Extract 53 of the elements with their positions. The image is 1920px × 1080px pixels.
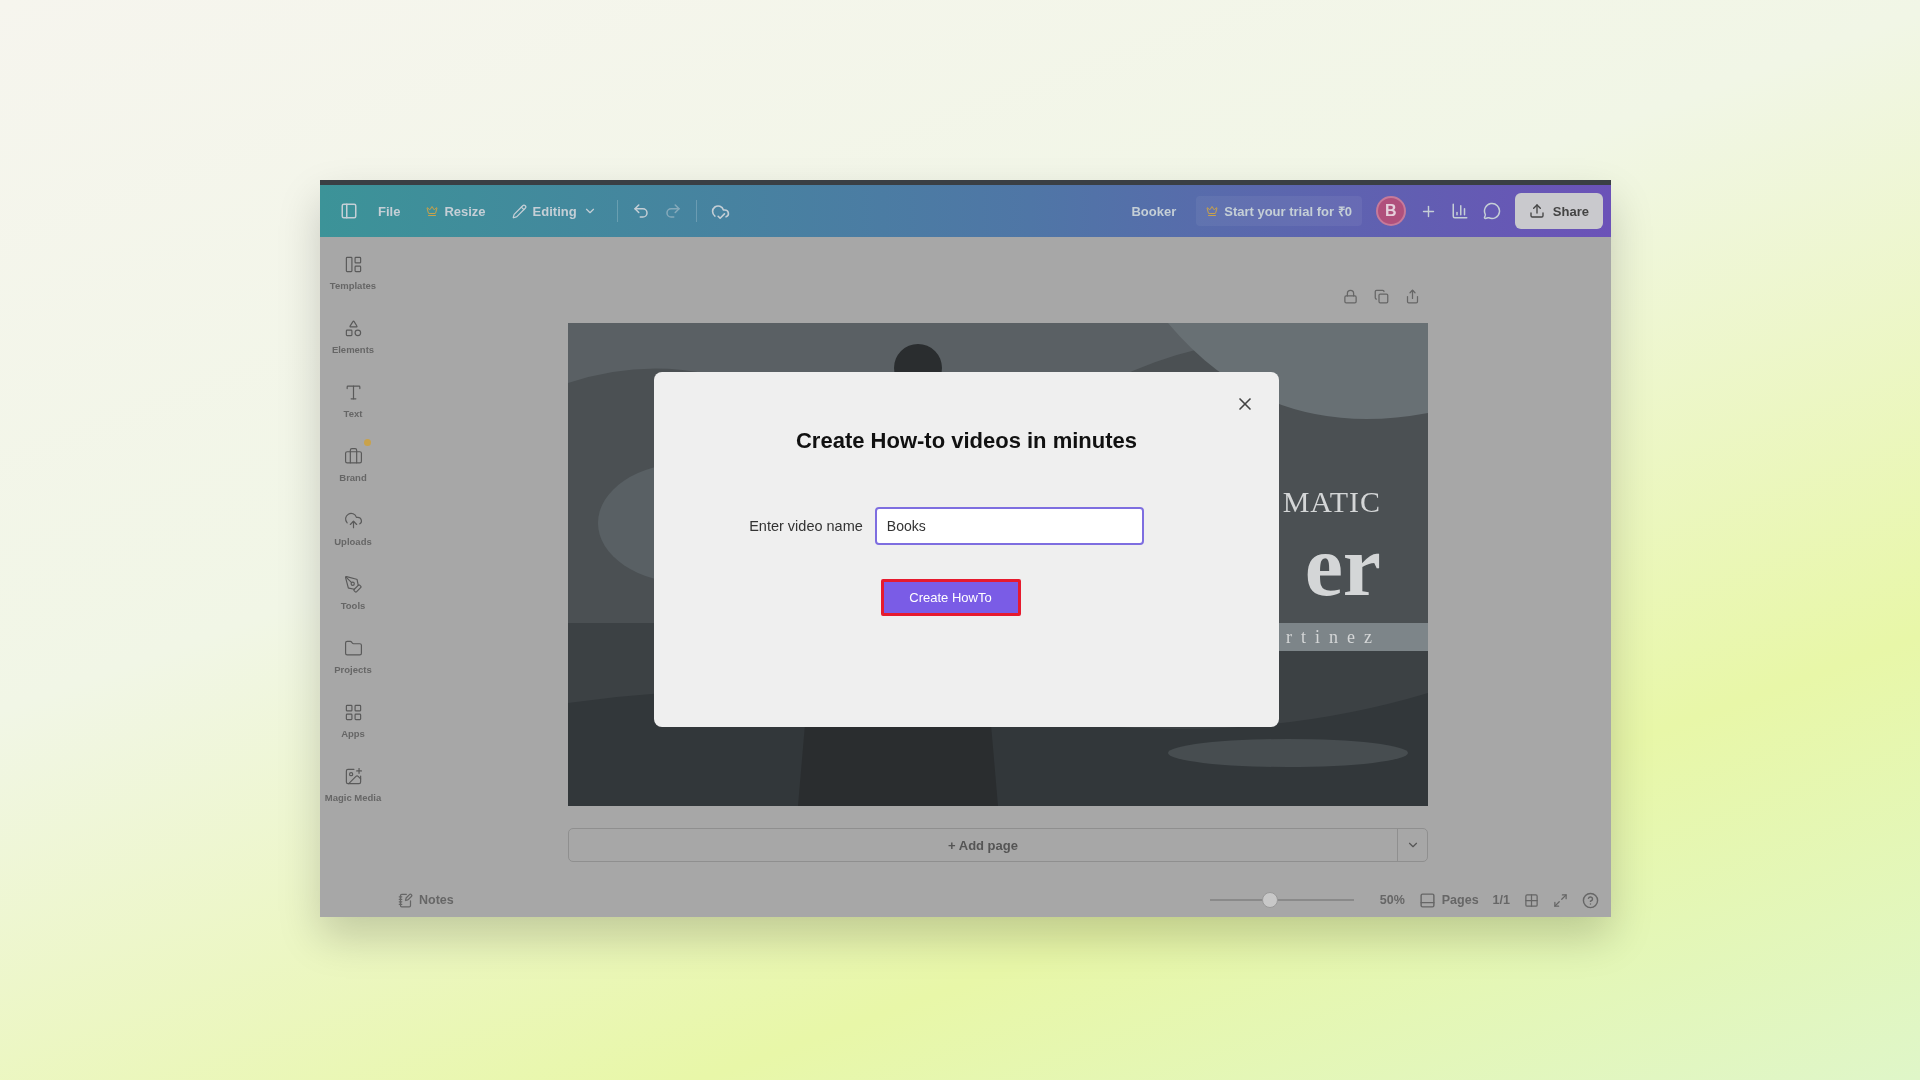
share-icon[interactable]	[1405, 288, 1420, 304]
share-button[interactable]: Share	[1514, 193, 1603, 229]
sidebar-label[interactable]: Apps	[341, 728, 365, 739]
page-count: 1/1	[1492, 893, 1510, 907]
zoom-thumb[interactable]	[1262, 892, 1279, 908]
sidebar-label[interactable]: Tools	[340, 600, 366, 611]
pages-icon	[1418, 891, 1436, 909]
sidebar-toggle-icon[interactable]	[340, 202, 358, 220]
help-icon[interactable]	[1582, 891, 1599, 909]
dialog-title: Create How-to videos in minutes	[795, 428, 1138, 454]
pages-button[interactable]: Pages	[1418, 891, 1479, 909]
editing-dropdown[interactable]: Editing	[505, 199, 603, 223]
sidebar-icon[interactable]	[343, 255, 363, 274]
undo-icon[interactable]	[631, 202, 650, 220]
sidebar-icon[interactable]	[343, 319, 363, 338]
notes-button[interactable]: Notes	[398, 892, 454, 908]
lock-icon[interactable]	[1343, 288, 1358, 304]
crown-icon	[1206, 205, 1219, 217]
resize-button[interactable]: Resize	[420, 199, 492, 223]
crown-icon	[426, 205, 439, 217]
sidebar-icon[interactable]	[343, 575, 363, 594]
sidebar-label[interactable]: Text	[343, 408, 363, 419]
comment-icon[interactable]	[1482, 202, 1501, 220]
file-menu[interactable]: File	[372, 199, 407, 223]
video-name-field[interactable]: Books	[874, 507, 1144, 545]
design-text: MATIC	[1282, 487, 1381, 517]
sidebar-label[interactable]: Projects	[334, 664, 372, 675]
sidebar-label[interactable]: Brand	[339, 472, 367, 483]
grid-icon[interactable]	[1524, 892, 1539, 908]
notes-icon	[398, 892, 413, 908]
sidebar-label[interactable]: Magic Media	[324, 792, 382, 803]
sidebar-label[interactable]: Elements	[331, 344, 375, 355]
upload-icon	[1528, 203, 1545, 219]
pencil-icon	[511, 203, 527, 219]
design-text: rtinez	[1286, 628, 1381, 646]
design-title[interactable]: Booker	[1125, 199, 1183, 223]
field-label: Enter video name	[749, 518, 863, 534]
sidebar-label[interactable]: Uploads	[334, 536, 372, 547]
sidebar-icon[interactable]	[343, 703, 363, 722]
bar-chart-icon[interactable]	[1450, 202, 1469, 220]
copy-icon[interactable]	[1374, 288, 1389, 304]
trial-button[interactable]: Start your trial for ₹0	[1196, 196, 1362, 226]
sidebar-icon[interactable]	[343, 511, 363, 530]
fullscreen-icon[interactable]	[1553, 892, 1568, 908]
design-text: er	[1304, 523, 1381, 609]
zoom-reading: 50%	[1379, 893, 1405, 907]
sidebar-label[interactable]: Templates	[329, 280, 377, 291]
sidebar-icon[interactable]	[343, 447, 363, 466]
create-howto-button[interactable]: Create HowTo	[880, 579, 1021, 616]
redo-icon[interactable]	[663, 202, 682, 220]
sidebar-icon[interactable]	[343, 767, 363, 786]
sidebar-icon[interactable]	[343, 639, 363, 658]
avatar[interactable]: B	[1375, 196, 1406, 226]
